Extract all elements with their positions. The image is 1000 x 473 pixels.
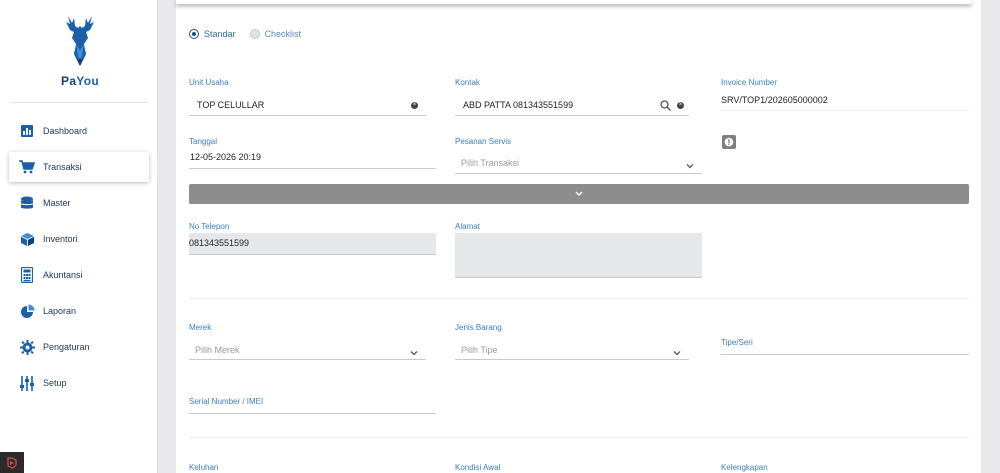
sidebar-item-transaksi[interactable]: Transaksi bbox=[9, 152, 149, 182]
right-gutter bbox=[981, 0, 1000, 473]
pie-chart-icon bbox=[19, 303, 35, 319]
sidebar-item-akuntansi[interactable]: Akuntansi bbox=[9, 260, 149, 290]
alamat-textarea bbox=[455, 233, 702, 278]
pesanan-servis-select[interactable]: Pesanan Servis Pilih Transaksi bbox=[455, 137, 702, 174]
calculator-icon bbox=[19, 267, 35, 283]
field-underline bbox=[455, 359, 689, 360]
jenis-barang-placeholder: Pilih Tipe bbox=[461, 345, 498, 355]
sidebar-item-dashboard[interactable]: Dashboard bbox=[9, 116, 149, 146]
field-underline bbox=[189, 359, 426, 360]
radio-checklist[interactable] bbox=[249, 29, 260, 39]
kontak-label: Kontak bbox=[455, 78, 480, 87]
sliders-icon bbox=[19, 375, 35, 391]
sidebar-item-laporan[interactable]: Laporan bbox=[9, 296, 149, 326]
database-icon bbox=[19, 195, 35, 211]
section-divider bbox=[189, 437, 969, 438]
chevron-down-icon[interactable] bbox=[410, 344, 418, 356]
merek-label: Merek bbox=[189, 323, 212, 332]
merek-placeholder: Pilih Merek bbox=[195, 345, 240, 355]
top-header-edge bbox=[176, 0, 971, 4]
kontak-value: ABD PATTA 081343551599 bbox=[463, 100, 574, 110]
chevron-down-icon[interactable] bbox=[673, 344, 681, 356]
sidebar-item-label: Akuntansi bbox=[43, 270, 83, 280]
unit-usaha-value: TOP CELULLAR bbox=[197, 100, 265, 110]
gear-icon bbox=[19, 339, 35, 355]
field-underline bbox=[189, 168, 436, 169]
pesanan-servis-placeholder: Pilih Transaksi bbox=[461, 158, 520, 168]
sidebar: PaYou Dashboard Transaksi Master Invento… bbox=[0, 0, 158, 473]
sidebar-item-label: Pengaturan bbox=[43, 342, 90, 352]
mode-radio-group: Standar Checklist bbox=[189, 29, 315, 39]
sidebar-item-inventori[interactable]: Inventori bbox=[9, 224, 149, 254]
invoice-number-label: Invoice Number bbox=[721, 78, 778, 87]
no-telepon-label: No Telepon bbox=[189, 222, 230, 231]
info-button[interactable] bbox=[722, 135, 736, 149]
alamat-field: Alamat bbox=[455, 222, 702, 278]
radio-standar-label[interactable]: Standar bbox=[204, 29, 236, 39]
serial-number-label: Serial Number / IMEI bbox=[189, 397, 264, 406]
alamat-label: Alamat bbox=[455, 222, 480, 231]
info-icon bbox=[724, 137, 734, 147]
sidebar-item-label: Setup bbox=[43, 378, 67, 388]
section-divider bbox=[189, 298, 969, 299]
sidebar-item-label: Master bbox=[43, 198, 71, 208]
field-underline bbox=[455, 173, 702, 174]
field-underline bbox=[721, 110, 969, 111]
gutter bbox=[158, 0, 176, 473]
chevron-down-icon bbox=[575, 191, 583, 196]
expand-details-bar[interactable] bbox=[189, 184, 969, 204]
sidebar-item-label: Inventori bbox=[43, 234, 78, 244]
kelengkapan-label: Kelengkapan bbox=[721, 463, 768, 472]
main-form-panel: Standar Checklist Unit Usaha TOP CELULLA… bbox=[176, 0, 981, 473]
box-icon bbox=[19, 231, 35, 247]
sidebar-item-master[interactable]: Master bbox=[9, 188, 149, 218]
search-icon[interactable] bbox=[660, 98, 671, 116]
radio-checklist-label[interactable]: Checklist bbox=[265, 29, 302, 39]
no-telepon-value: 081343551599 bbox=[189, 238, 250, 248]
tanggal-field[interactable]: Tanggal 12-05-2026 20:19 bbox=[189, 137, 436, 169]
sidebar-item-pengaturan[interactable]: Pengaturan bbox=[9, 332, 149, 362]
clear-icon[interactable]: × bbox=[677, 102, 684, 109]
app-logo[interactable]: PaYou bbox=[50, 14, 110, 92]
sidebar-item-label: Dashboard bbox=[43, 126, 88, 136]
sidebar-item-label: Laporan bbox=[43, 306, 77, 316]
field-underline bbox=[455, 115, 689, 116]
deer-logo-icon bbox=[66, 16, 94, 66]
field-underline bbox=[721, 354, 969, 355]
kontak-field[interactable]: Kontak ABD PATTA 081343551599 × bbox=[455, 78, 689, 116]
sidebar-item-label: Transaksi bbox=[43, 162, 82, 172]
cart-icon bbox=[19, 159, 35, 175]
merek-select[interactable]: Merek Pilih Merek bbox=[189, 323, 426, 360]
tipe-seri-label: Tipe/Seri bbox=[721, 338, 753, 347]
chevron-down-icon[interactable] bbox=[686, 157, 694, 169]
framework-badge-icon[interactable] bbox=[0, 452, 24, 473]
unit-usaha-field[interactable]: Unit Usaha TOP CELULLAR × bbox=[189, 78, 426, 116]
tanggal-value: 12-05-2026 20:19 bbox=[190, 152, 262, 162]
kondisi-awal-label: Kondisi Awal bbox=[455, 463, 501, 472]
pesanan-servis-label: Pesanan Servis bbox=[455, 137, 512, 146]
invoice-number-value: SRV/TOP1/202605000002 bbox=[721, 95, 828, 105]
sidebar-item-setup[interactable]: Setup bbox=[9, 368, 149, 398]
jenis-barang-label: Jenis Barang bbox=[455, 323, 502, 332]
serial-number-field[interactable]: Serial Number / IMEI bbox=[189, 397, 436, 414]
unit-usaha-label: Unit Usaha bbox=[189, 78, 229, 87]
app-name: PaYou bbox=[61, 74, 99, 88]
invoice-number-field: Invoice Number SRV/TOP1/202605000002 bbox=[721, 78, 969, 111]
clear-icon[interactable]: × bbox=[411, 102, 418, 109]
keluhan-label: Keluhan bbox=[189, 463, 219, 472]
tipe-seri-field[interactable]: Tipe/Seri bbox=[721, 338, 969, 355]
field-underline bbox=[189, 413, 436, 414]
logo-divider bbox=[10, 102, 148, 103]
tanggal-label: Tanggal bbox=[189, 137, 218, 146]
dashboard-icon bbox=[19, 123, 35, 139]
jenis-barang-select[interactable]: Jenis Barang Pilih Tipe bbox=[455, 323, 689, 360]
no-telepon-field: No Telepon 081343551599 bbox=[189, 222, 436, 255]
field-underline bbox=[189, 115, 426, 116]
radio-standar[interactable] bbox=[189, 29, 199, 39]
